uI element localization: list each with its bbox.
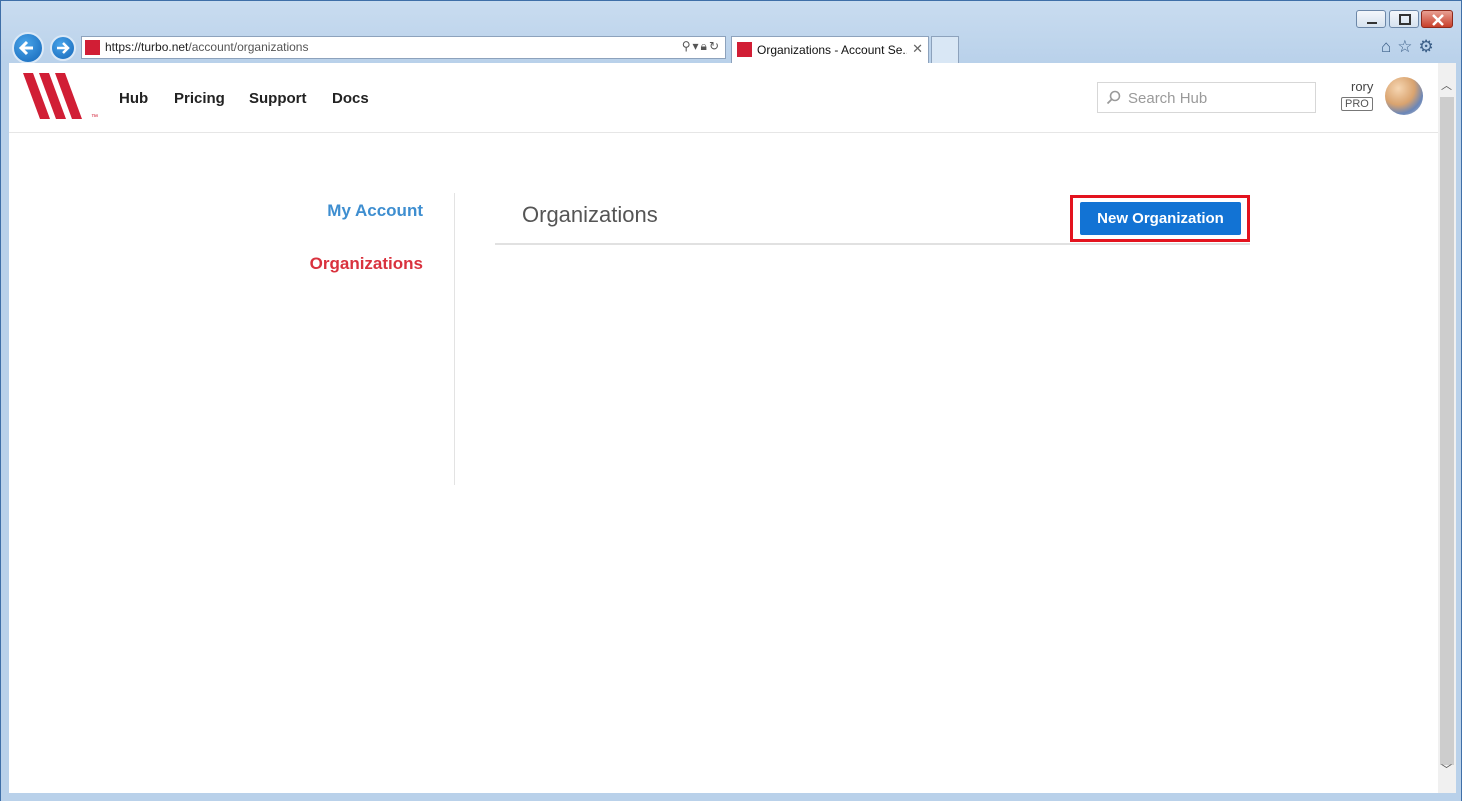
maximize-button[interactable] xyxy=(1389,10,1419,28)
turbo-logo[interactable]: ™ xyxy=(23,73,105,128)
tab-close-icon[interactable]: ✕ xyxy=(912,41,923,57)
close-icon xyxy=(1432,14,1444,26)
browser-titlebar: https://turbo.net/account/organizations … xyxy=(1,1,1461,64)
nav-support[interactable]: Support xyxy=(249,90,307,107)
close-window-button[interactable] xyxy=(1421,10,1453,28)
forward-button[interactable] xyxy=(50,35,76,61)
search-input[interactable] xyxy=(1126,87,1310,109)
search-icon xyxy=(1106,90,1121,105)
sidebar-divider xyxy=(454,193,455,485)
new-tab-button[interactable] xyxy=(931,36,959,63)
page-viewport: ™ Hub Pricing Support Docs rory PRO My A… xyxy=(9,63,1438,793)
settings-gear-icon[interactable]: ⚙ xyxy=(1419,37,1440,56)
url-host: https://turbo.net xyxy=(105,40,189,54)
refresh-icon[interactable]: ↻ xyxy=(709,39,721,53)
browser-toolbar-icons: ⌂☆⚙ xyxy=(1381,37,1440,57)
lock-icon[interactable]: 🔒︎ xyxy=(701,39,709,53)
back-button[interactable] xyxy=(12,32,44,64)
site-header: ™ Hub Pricing Support Docs rory PRO xyxy=(9,63,1438,133)
title-divider xyxy=(495,243,1250,245)
scroll-up-icon[interactable]: ︿ xyxy=(1441,77,1452,93)
new-organization-button[interactable]: New Organization xyxy=(1080,202,1241,235)
home-icon[interactable]: ⌂ xyxy=(1381,37,1397,56)
sidebar-item-my-account[interactable]: My Account xyxy=(327,201,423,221)
arrow-left-icon xyxy=(18,40,33,56)
minimize-icon xyxy=(1367,22,1377,24)
arrow-right-icon xyxy=(57,42,70,54)
sidebar-item-organizations[interactable]: Organizations xyxy=(310,254,423,274)
pro-badge: PRO xyxy=(1341,97,1373,111)
address-bar[interactable]: https://turbo.net/account/organizations … xyxy=(81,36,726,59)
window-bottom-border xyxy=(1,793,1461,801)
vertical-scrollbar[interactable]: ︿ ﹀ xyxy=(1438,63,1456,793)
nav-hub[interactable]: Hub xyxy=(119,90,148,107)
turbo-favicon-icon xyxy=(85,40,100,55)
restore-icon xyxy=(1399,14,1411,25)
nav-pricing[interactable]: Pricing xyxy=(174,90,225,107)
minimize-button[interactable] xyxy=(1356,10,1386,28)
url-path: /account/organizations xyxy=(188,40,309,54)
nav-docs[interactable]: Docs xyxy=(332,90,369,107)
browser-tab-organizations[interactable]: Organizations - Account Se... ✕ xyxy=(731,36,929,63)
address-url[interactable]: https://turbo.net/account/organizations xyxy=(105,40,308,54)
browser-window: https://turbo.net/account/organizations … xyxy=(0,0,1462,801)
username-label[interactable]: rory xyxy=(1351,79,1373,94)
tab-title: Organizations - Account Se... xyxy=(757,43,907,57)
avatar[interactable] xyxy=(1385,77,1423,115)
page-title: Organizations xyxy=(522,202,658,227)
address-bar-icons: ⚲▾🔒︎↻ xyxy=(682,39,721,54)
search-icon[interactable]: ⚲ xyxy=(682,39,693,53)
logo-trademark: ™ xyxy=(91,114,98,121)
turbo-favicon-icon xyxy=(737,42,752,57)
scroll-down-icon[interactable]: ﹀ xyxy=(1441,761,1452,777)
scrollbar-thumb[interactable] xyxy=(1440,97,1454,765)
turbo-logo-icon: ™ xyxy=(23,73,98,121)
favorites-star-icon[interactable]: ☆ xyxy=(1397,37,1418,56)
search-box[interactable] xyxy=(1097,82,1316,113)
dropdown-icon[interactable]: ▾ xyxy=(693,39,701,53)
